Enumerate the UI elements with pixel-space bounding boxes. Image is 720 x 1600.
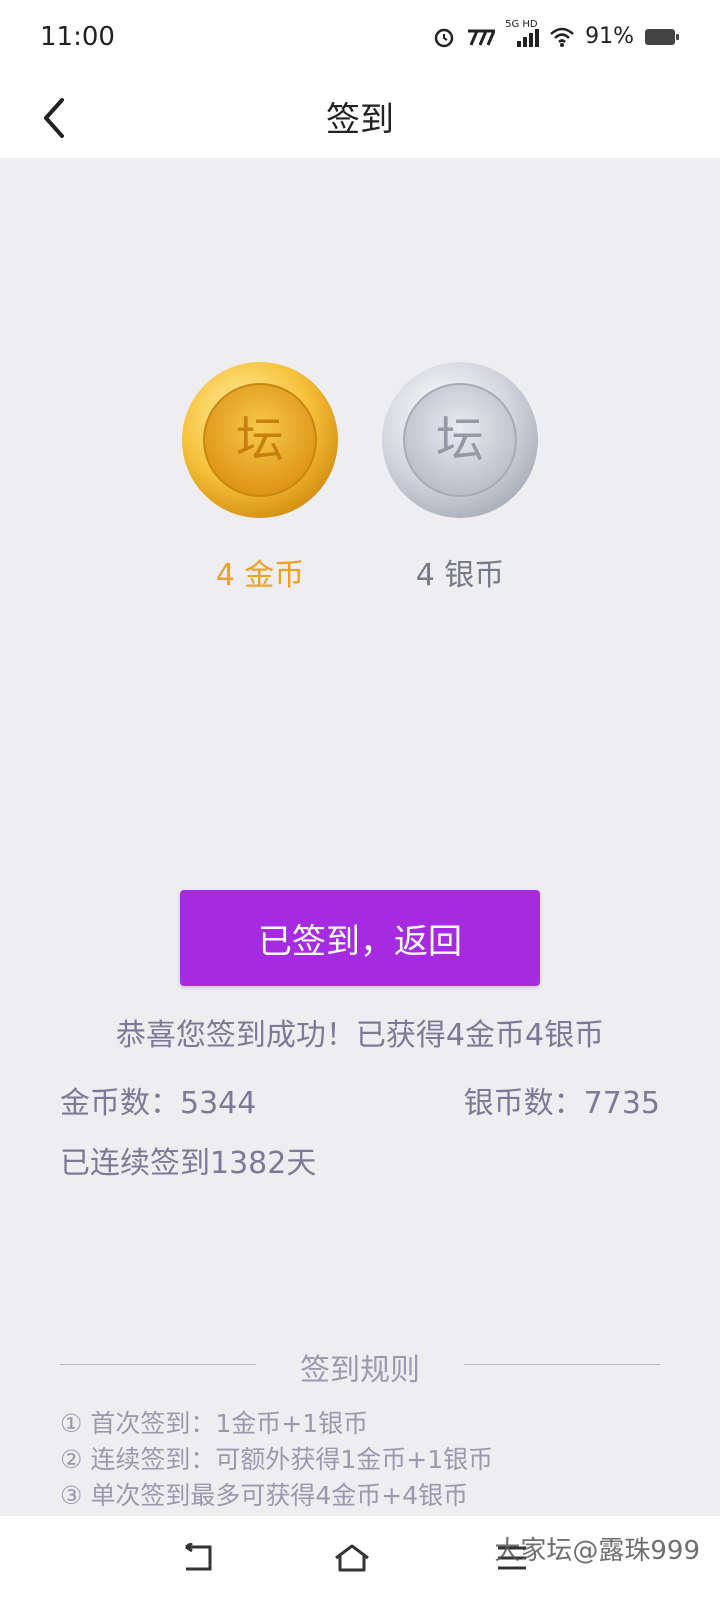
status-bar: 11:00 5G HD 91% [0,0,720,80]
system-home-button[interactable] [330,1536,374,1580]
battery-icon [645,28,679,45]
signed-return-button[interactable]: 已签到，返回 [180,890,540,986]
gold-coin-char: 坛 [236,412,284,468]
success-message: 恭喜您签到成功！已获得4金币4银币 [115,1018,605,1053]
alarm-icon [434,28,454,47]
wifi-icon [550,27,574,47]
rule-item: ② 连续签到：可额外获得1金币+1银币 [60,1445,494,1474]
rules-title: 签到规则 [300,1353,420,1388]
system-back-button[interactable] [176,1536,220,1580]
silver-count: 银币数：7735 [463,1086,660,1121]
page-title: 签到 [326,100,394,140]
streak-days: 已连续签到1382天 [60,1146,317,1181]
watermark: 大家坛@露珠999 [494,1536,700,1566]
rules-header: 签到规则 [60,1345,660,1388]
silver-reward-label: 4 银币 [415,558,505,593]
nav-bar: 签到 [0,80,720,158]
gold-count: 金币数：5344 [60,1086,257,1121]
silver-coin-icon: 坛 [382,362,538,518]
gold-reward-label: 4 金币 [215,558,305,593]
battery-percent: 91% [585,24,634,49]
status-icons: 5G HD 91% [433,19,680,49]
rule-item: ① 首次签到：1金币+1银币 [60,1409,369,1438]
carrier-icon [468,29,496,46]
home-icon [335,1544,369,1572]
divider-line-right [464,1364,660,1365]
signal-icon: 5G HD [505,19,540,49]
rule-item: ③ 单次签到最多可获得4金币+4银币 [60,1481,469,1510]
gold-coin-icon: 坛 [182,362,338,518]
back-icon [185,1543,212,1571]
status-time: 11:00 [40,22,115,52]
system-nav-bar: 大家坛@露珠999 [0,1516,720,1600]
silver-coin-char: 坛 [436,412,484,468]
rules-list: ① 首次签到：1金币+1银币 ② 连续签到：可额外获得1金币+1银币 ③ 单次签… [60,1406,660,1514]
